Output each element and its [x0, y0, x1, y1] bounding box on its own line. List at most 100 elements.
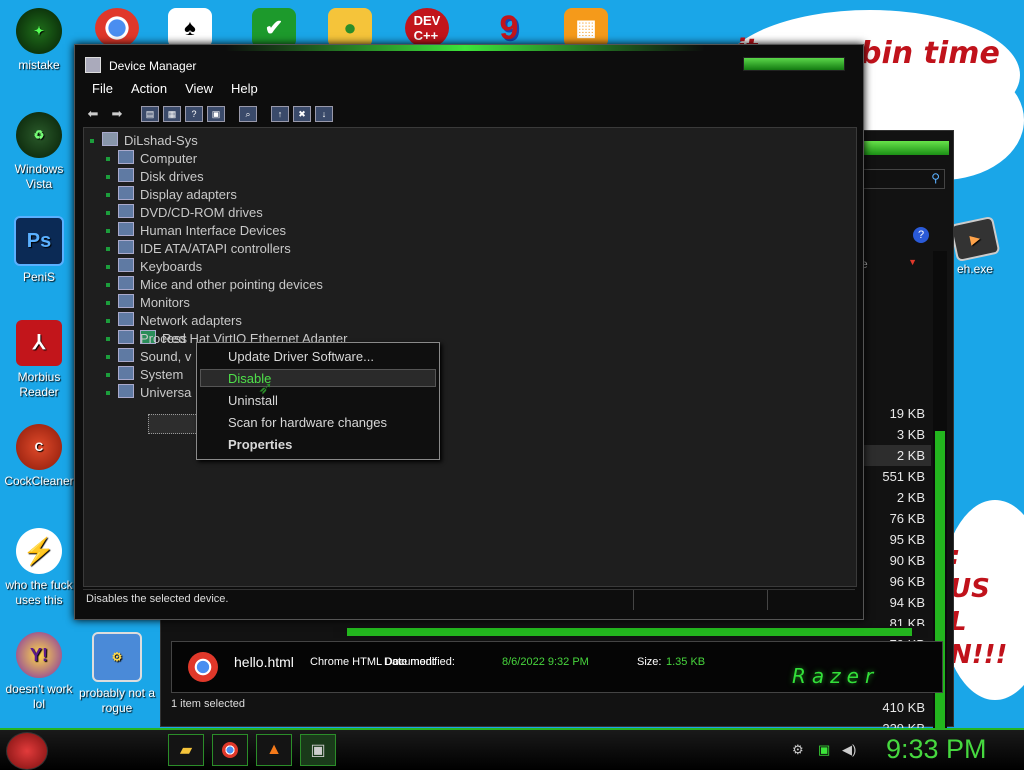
clock[interactable]: 9:33 PM: [886, 734, 987, 765]
taskbar: ▰ ▲ ▣ ⚙ ▣ ◀) 9:33 PM: [0, 728, 1024, 770]
explorer-search-box[interactable]: ⚲: [861, 169, 945, 189]
tree-item[interactable]: Sound, v: [118, 348, 191, 366]
size-value: 1.35 KB: [666, 656, 706, 668]
angry-pig-icon[interactable]: ●: [328, 8, 372, 48]
help-icon[interactable]: ?: [913, 227, 929, 243]
properties-icon[interactable]: ▦: [163, 106, 181, 122]
tree-expand-dot[interactable]: [106, 247, 110, 251]
tree-label: Universa: [140, 385, 192, 400]
tree-label: Display adapters: [140, 187, 237, 202]
forward-arrow-icon[interactable]: ➡: [107, 105, 127, 123]
tree-item[interactable]: System: [118, 366, 183, 384]
tree-expand-dot[interactable]: [106, 211, 110, 215]
device-icon: [118, 330, 134, 344]
puzzle-icon[interactable]: ▦: [564, 8, 608, 48]
tree-expand-dot[interactable]: [106, 193, 110, 197]
tree-item[interactable]: Process: [118, 330, 187, 348]
monitor-icon[interactable]: ▣: [818, 742, 830, 758]
explorer-horizontal-scrollbar[interactable]: [333, 626, 928, 638]
explorer-window-controls[interactable]: [861, 141, 949, 155]
desktop-icon-penis[interactable]: Ps PeniS: [0, 216, 78, 285]
chrome-file-icon: [188, 652, 218, 682]
network-icon[interactable]: ⚙: [792, 742, 804, 758]
help-icon[interactable]: ?: [185, 106, 203, 122]
device-icon: [118, 168, 134, 182]
tree-expand-dot[interactable]: [106, 157, 110, 161]
tree-item[interactable]: Universa: [118, 384, 191, 402]
tree-expand-dot[interactable]: [106, 337, 110, 341]
menu-view[interactable]: View: [176, 79, 222, 99]
menu-item-scan-hardware[interactable]: Scan for hardware changes: [228, 415, 387, 430]
tree-label: Sound, v: [140, 349, 192, 364]
tree-item[interactable]: Keyboards: [118, 258, 202, 276]
device-icon: [102, 132, 118, 146]
tree-expand-dot[interactable]: [106, 175, 110, 179]
desktop-icon-morbius-reader[interactable]: ⅄ Morbius Reader: [0, 320, 78, 400]
menu-action[interactable]: Action: [122, 79, 176, 99]
tree-expand-dot[interactable]: [106, 283, 110, 287]
tree-item[interactable]: Disk drives: [118, 168, 204, 186]
vlc-icon[interactable]: ▲: [256, 734, 292, 766]
tree-item[interactable]: Display adapters: [118, 186, 237, 204]
file-size-cell: 2 KB: [861, 445, 931, 466]
menu-help[interactable]: Help: [222, 79, 267, 99]
tree-expand-dot[interactable]: [106, 301, 110, 305]
file-size-cell: 94 KB: [889, 595, 925, 610]
scrollbar-thumb[interactable]: [347, 628, 912, 636]
menu-item-update-driver[interactable]: Update Driver Software...: [228, 349, 374, 364]
menu-item-properties[interactable]: Properties: [228, 437, 292, 452]
disable-device-icon[interactable]: ↓: [315, 106, 333, 122]
tree-expand-dot[interactable]: [106, 229, 110, 233]
recycle-bin-icon: ♻: [16, 112, 62, 158]
tree-label: Computer: [140, 151, 198, 166]
tree-item[interactable]: Network adapters: [118, 312, 242, 330]
tree-item[interactable]: Computer: [118, 150, 197, 168]
file-explorer-icon[interactable]: ▰: [168, 734, 204, 766]
number-nine-icon[interactable]: 9: [487, 8, 531, 48]
desktop-icon-mistake[interactable]: ✦ mistake: [0, 8, 78, 73]
device-manager-window[interactable]: Device Manager File Action View Help ⬅ ➡…: [74, 44, 864, 620]
pdf-reader-icon: ⅄: [16, 320, 62, 366]
tree-item[interactable]: IDE ATA/ATAPI controllers: [118, 240, 291, 258]
chrome-icon[interactable]: [212, 734, 248, 766]
scan-hardware-icon[interactable]: ⌕: [239, 106, 257, 122]
tree-label: System: [140, 367, 184, 382]
desktop-icon-cockcleaner[interactable]: C CockCleaner: [0, 424, 78, 489]
back-arrow-icon[interactable]: ⬅: [83, 105, 103, 123]
ccleaner-icon: C: [16, 424, 62, 470]
size-column-header[interactable]: e ▼: [861, 257, 921, 273]
window-control-buttons[interactable]: [743, 57, 845, 71]
speaker-icon[interactable]: ◀): [842, 742, 856, 758]
tree-item[interactable]: DVD/CD-ROM drives: [118, 204, 263, 222]
tree-item[interactable]: Human Interface Devices: [118, 222, 286, 240]
update-driver-icon[interactable]: ↑: [271, 106, 289, 122]
menu-file[interactable]: File: [83, 79, 122, 99]
start-button[interactable]: [6, 732, 48, 770]
file-size-cell: 90 KB: [889, 553, 925, 568]
tree-item[interactable]: Mice and other pointing devices: [118, 276, 323, 294]
desktop-icon-not-a-rogue[interactable]: ⚙ probably not a rogue: [78, 632, 156, 716]
device-icon: [118, 204, 134, 218]
action-pane-icon[interactable]: ▣: [207, 106, 225, 122]
tree-expand-dot[interactable]: [106, 355, 110, 359]
desktop-icon-windows-vista[interactable]: ♻ Windows Vista: [0, 112, 78, 192]
tree-expand-dot[interactable]: [90, 139, 94, 143]
tree-expand-dot[interactable]: [106, 391, 110, 395]
uninstall-device-icon[interactable]: ✖: [293, 106, 311, 122]
device-icon: [118, 348, 134, 362]
tree-item[interactable]: Monitors: [118, 294, 190, 312]
security-shield-icon[interactable]: ✔: [252, 8, 296, 48]
mouse-cursor-icon: ➶: [258, 378, 274, 398]
sort-arrow-icon: ▼: [908, 257, 917, 267]
devcpp-icon[interactable]: DEV C++: [405, 8, 449, 48]
solitaire-icon[interactable]: ♠: [168, 8, 212, 48]
desktop-icon-doesnt-work[interactable]: Y! doesn't work lol: [0, 632, 78, 712]
desktop-icon-who-uses-this[interactable]: ⚡ who the fuck uses this: [0, 528, 78, 608]
show-hide-tree-icon[interactable]: ▤: [141, 106, 159, 122]
tree-expand-dot[interactable]: [106, 373, 110, 377]
device-manager-icon[interactable]: ▣: [300, 734, 336, 766]
tree-expand-dot[interactable]: [106, 265, 110, 269]
tree-expand-dot[interactable]: [106, 319, 110, 323]
chrome-icon[interactable]: [95, 8, 139, 48]
tree-root[interactable]: DiLshad-Sys: [102, 132, 198, 150]
